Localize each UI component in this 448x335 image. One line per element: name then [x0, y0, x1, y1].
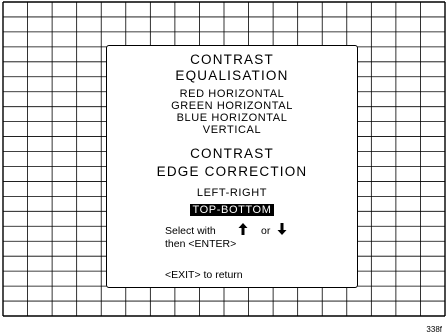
instruction-then-enter: then <ENTER>	[165, 238, 237, 250]
menu-item-left-right[interactable]: LEFT-RIGHT	[107, 187, 357, 199]
contrast-menu-panel: CONTRAST EQUALISATION RED HORIZONTAL GRE…	[106, 45, 358, 288]
instruction-or: or	[261, 225, 271, 237]
section-title-contrast-2: CONTRAST	[190, 146, 274, 161]
instruction-select-with: Select with	[165, 225, 216, 237]
arrow-down-icon	[277, 223, 287, 235]
menu-item-top-bottom-row[interactable]: TOP-BOTTOM	[107, 200, 357, 218]
menu-item-top-bottom-selected[interactable]: TOP-BOTTOM	[189, 204, 275, 216]
section-title-equalisation: EQUALISATION	[175, 68, 289, 83]
menu-item-vertical[interactable]: VERTICAL	[107, 124, 357, 136]
arrow-up-icon	[238, 223, 248, 235]
menu-item-blue-horizontal[interactable]: BLUE HORIZONTAL	[107, 112, 357, 124]
figure-id: 338f	[426, 325, 442, 334]
menu-item-green-horizontal[interactable]: GREEN HORIZONTAL	[107, 100, 357, 112]
section-title-edge-correction: EDGE CORRECTION	[156, 164, 308, 179]
instruction-exit-to-return: <EXIT> to return	[165, 269, 243, 281]
menu-item-red-horizontal[interactable]: RED HORIZONTAL	[107, 88, 357, 100]
section-title-contrast: CONTRAST	[190, 52, 274, 67]
